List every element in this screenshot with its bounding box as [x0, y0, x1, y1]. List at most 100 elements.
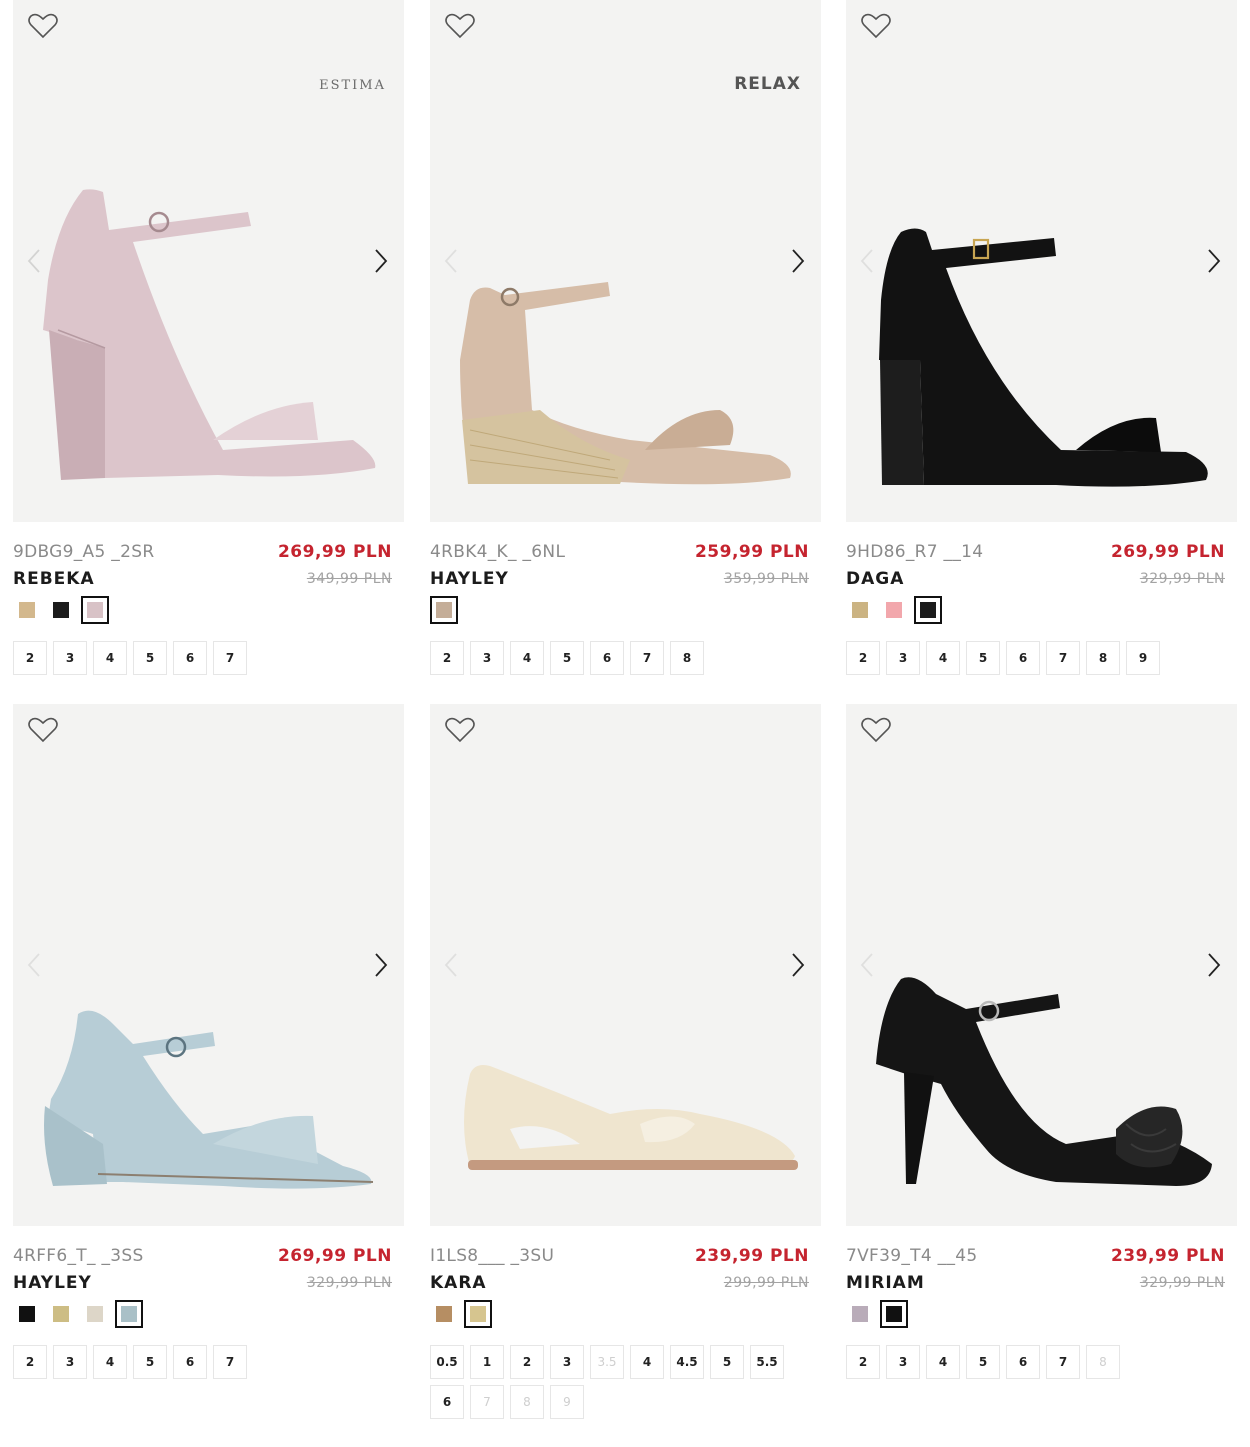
size-option[interactable]: 7	[213, 1345, 247, 1379]
size-option[interactable]: 3	[550, 1345, 584, 1379]
size-option[interactable]: 7	[213, 641, 247, 675]
color-swatch[interactable]	[13, 596, 41, 624]
color-swatch[interactable]	[846, 1300, 874, 1328]
sale-price: 239,99 PLN	[1110, 1246, 1225, 1266]
color-swatch[interactable]	[880, 1300, 908, 1328]
color-swatch[interactable]	[81, 596, 109, 624]
wishlist-heart-icon[interactable]	[27, 716, 59, 744]
original-price: 329,99 PLN	[1139, 571, 1225, 587]
chevron-right-icon[interactable]	[370, 950, 390, 980]
color-swatch[interactable]	[914, 596, 942, 624]
size-option[interactable]: 5	[966, 641, 1000, 675]
size-option[interactable]: 6	[173, 1345, 207, 1379]
wishlist-heart-icon[interactable]	[27, 12, 59, 40]
color-swatches	[430, 596, 458, 626]
size-option[interactable]: 2	[510, 1345, 544, 1379]
color-swatch[interactable]	[47, 1300, 75, 1328]
size-option[interactable]: 3	[53, 641, 87, 675]
color-swatch[interactable]	[115, 1300, 143, 1328]
product-name[interactable]: HAYLEY	[430, 569, 509, 589]
chevron-right-icon[interactable]	[1203, 950, 1223, 980]
color-swatch[interactable]	[430, 1300, 458, 1328]
size-option[interactable]: 2	[13, 641, 47, 675]
wishlist-heart-icon[interactable]	[444, 716, 476, 744]
size-option[interactable]: 4	[926, 1345, 960, 1379]
size-option[interactable]: 4.5	[670, 1345, 704, 1379]
color-swatch[interactable]	[464, 1300, 492, 1328]
original-price: 299,99 PLN	[723, 1275, 809, 1291]
sale-price: 269,99 PLN	[277, 542, 392, 562]
chevron-left-icon[interactable]	[858, 246, 878, 276]
size-option[interactable]: 7	[1046, 1345, 1080, 1379]
swatch-color-fill	[53, 1306, 69, 1322]
color-swatch[interactable]	[47, 596, 75, 624]
chevron-right-icon[interactable]	[370, 246, 390, 276]
product-name[interactable]: KARA	[430, 1273, 487, 1293]
size-option[interactable]: 0.5	[430, 1345, 464, 1379]
size-option[interactable]: 9	[1126, 641, 1160, 675]
original-price: 349,99 PLN	[306, 571, 392, 587]
size-option[interactable]: 5	[133, 641, 167, 675]
product-image[interactable]	[13, 704, 404, 1226]
size-option[interactable]: 3	[53, 1345, 87, 1379]
size-option[interactable]: 8	[670, 641, 704, 675]
size-option[interactable]: 3	[470, 641, 504, 675]
size-option[interactable]: 6	[173, 641, 207, 675]
chevron-left-icon[interactable]	[25, 246, 45, 276]
wishlist-heart-icon[interactable]	[860, 12, 892, 40]
color-swatch[interactable]	[880, 596, 908, 624]
size-option[interactable]: 5	[710, 1345, 744, 1379]
product-name[interactable]: REBEKA	[13, 569, 95, 589]
product-image[interactable]	[846, 0, 1237, 522]
chevron-left-icon[interactable]	[442, 246, 462, 276]
size-option[interactable]: 4	[93, 1345, 127, 1379]
chevron-left-icon[interactable]	[858, 950, 878, 980]
chevron-right-icon[interactable]	[1203, 246, 1223, 276]
size-option[interactable]: 4	[93, 641, 127, 675]
chevron-right-icon[interactable]	[787, 950, 807, 980]
product-image[interactable]	[430, 704, 821, 1226]
product-name[interactable]: MIRIAM	[846, 1273, 925, 1293]
size-option[interactable]: 3	[886, 1345, 920, 1379]
size-option[interactable]: 5.5	[750, 1345, 784, 1379]
size-option[interactable]: 6	[1006, 641, 1040, 675]
size-option[interactable]: 4	[630, 1345, 664, 1379]
color-swatch[interactable]	[81, 1300, 109, 1328]
size-option[interactable]: 5	[966, 1345, 1000, 1379]
size-option[interactable]: 8	[1086, 641, 1120, 675]
size-option[interactable]: 2	[846, 1345, 880, 1379]
swatch-color-fill	[436, 1306, 452, 1322]
size-option[interactable]: 7	[1046, 641, 1080, 675]
product-name[interactable]: DAGA	[846, 569, 904, 589]
size-option[interactable]: 4	[926, 641, 960, 675]
size-option[interactable]: 2	[430, 641, 464, 675]
color-swatch[interactable]	[846, 596, 874, 624]
chevron-left-icon[interactable]	[25, 950, 45, 980]
swatch-color-fill	[886, 1306, 902, 1322]
size-option[interactable]: 6	[430, 1385, 464, 1419]
size-list: 2345678	[430, 641, 821, 675]
swatch-color-fill	[53, 602, 69, 618]
wishlist-heart-icon[interactable]	[860, 716, 892, 744]
product-image[interactable]: ESTIMA	[13, 0, 404, 522]
product-image[interactable]: RELAX	[430, 0, 821, 522]
size-option[interactable]: 6	[590, 641, 624, 675]
product-name[interactable]: HAYLEY	[13, 1273, 92, 1293]
color-swatch[interactable]	[430, 596, 458, 624]
chevron-right-icon[interactable]	[787, 246, 807, 276]
swatch-color-fill	[87, 602, 103, 618]
product-image[interactable]	[846, 704, 1237, 1226]
size-option[interactable]: 2	[846, 641, 880, 675]
swatch-color-fill	[19, 1306, 35, 1322]
size-option[interactable]: 3	[886, 641, 920, 675]
chevron-left-icon[interactable]	[442, 950, 462, 980]
size-option[interactable]: 5	[133, 1345, 167, 1379]
wishlist-heart-icon[interactable]	[444, 12, 476, 40]
size-option[interactable]: 4	[510, 641, 544, 675]
size-option[interactable]: 7	[630, 641, 664, 675]
size-option[interactable]: 5	[550, 641, 584, 675]
size-option[interactable]: 2	[13, 1345, 47, 1379]
size-option[interactable]: 6	[1006, 1345, 1040, 1379]
size-option[interactable]: 1	[470, 1345, 504, 1379]
color-swatch[interactable]	[13, 1300, 41, 1328]
